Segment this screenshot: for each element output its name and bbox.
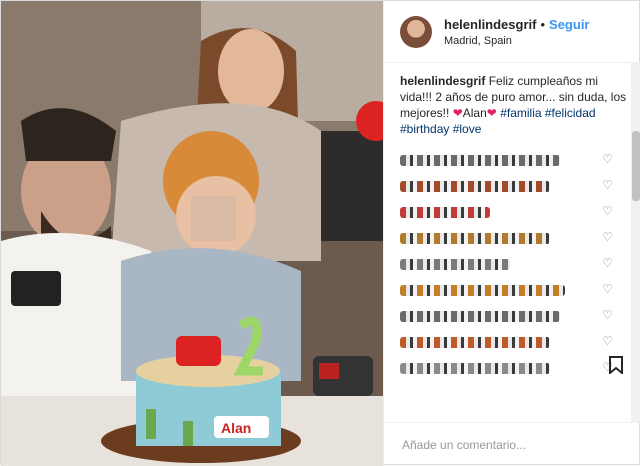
comment-row: ♡: [400, 357, 627, 381]
birthday-photo-illustration: Alan: [1, 1, 383, 466]
caption-name: Alan: [462, 106, 487, 120]
blurred-comment: [400, 181, 550, 192]
blurred-comment: [400, 285, 565, 296]
comment-list: ♡ ♡ ♡ ♡ ♡ ♡ ♡ ♡ ♡: [400, 149, 627, 381]
post-photo[interactable]: Alan: [1, 1, 383, 466]
comment-like-icon[interactable]: ♡: [602, 334, 613, 348]
comment-row: ♡: [400, 201, 627, 225]
heart-emoji-icon: ❤: [452, 106, 463, 120]
location-link[interactable]: Madrid, Spain: [444, 35, 590, 47]
caption-username[interactable]: helenlindesgrif: [400, 74, 485, 88]
instagram-post: Alan helenlindesgrif • Seguir Madrid, Sp…: [0, 0, 640, 466]
blurred-comment: [400, 311, 560, 322]
post-sidebar: helenlindesgrif • Seguir Madrid, Spain h…: [383, 1, 640, 466]
comment-like-icon[interactable]: ♡: [602, 282, 613, 296]
comment-footer: [384, 422, 640, 466]
comment-row: ♡: [400, 305, 627, 329]
comment-like-icon[interactable]: ♡: [602, 178, 613, 192]
comment-row: ♡: [400, 279, 627, 303]
header-info: helenlindesgrif • Seguir Madrid, Spain: [444, 17, 590, 47]
avatar[interactable]: [400, 15, 432, 48]
blurred-comment: [400, 259, 510, 270]
scrollbar[interactable]: [631, 63, 640, 422]
comment-input[interactable]: [400, 436, 604, 453]
bookmark-icon: [609, 356, 623, 376]
heart-emoji-icon: ❤: [486, 106, 497, 120]
blurred-comment: [400, 233, 550, 244]
comment-like-icon[interactable]: ♡: [602, 256, 613, 270]
follow-button[interactable]: Seguir: [549, 17, 589, 32]
comment-row: ♡: [400, 175, 627, 199]
comment-row: ♡: [400, 331, 627, 355]
blurred-comment: [400, 337, 550, 348]
comment-like-icon[interactable]: ♡: [602, 308, 613, 322]
comments-area: helenlindesgrif Feliz cumpleaños mi vida…: [384, 63, 640, 422]
comment-like-icon[interactable]: ♡: [602, 230, 613, 244]
cake-label: Alan: [221, 420, 251, 436]
post-header: helenlindesgrif • Seguir Madrid, Spain: [384, 1, 640, 63]
comment-row: ♡: [400, 149, 627, 173]
separator-dot: •: [540, 16, 546, 32]
scrollbar-thumb[interactable]: [632, 131, 640, 201]
save-icon[interactable]: [609, 356, 623, 379]
comment-like-icon[interactable]: ♡: [602, 152, 613, 166]
username-link[interactable]: helenlindesgrif: [444, 17, 536, 32]
blurred-comment: [400, 155, 560, 166]
comment-like-icon[interactable]: ♡: [602, 204, 613, 218]
comment-row: ♡: [400, 253, 627, 277]
comment-row: ♡: [400, 227, 627, 251]
blurred-comment: [400, 363, 550, 374]
caption: helenlindesgrif Feliz cumpleaños mi vida…: [400, 73, 627, 137]
blurred-comment: [400, 207, 490, 218]
username-row: helenlindesgrif • Seguir: [444, 17, 590, 32]
